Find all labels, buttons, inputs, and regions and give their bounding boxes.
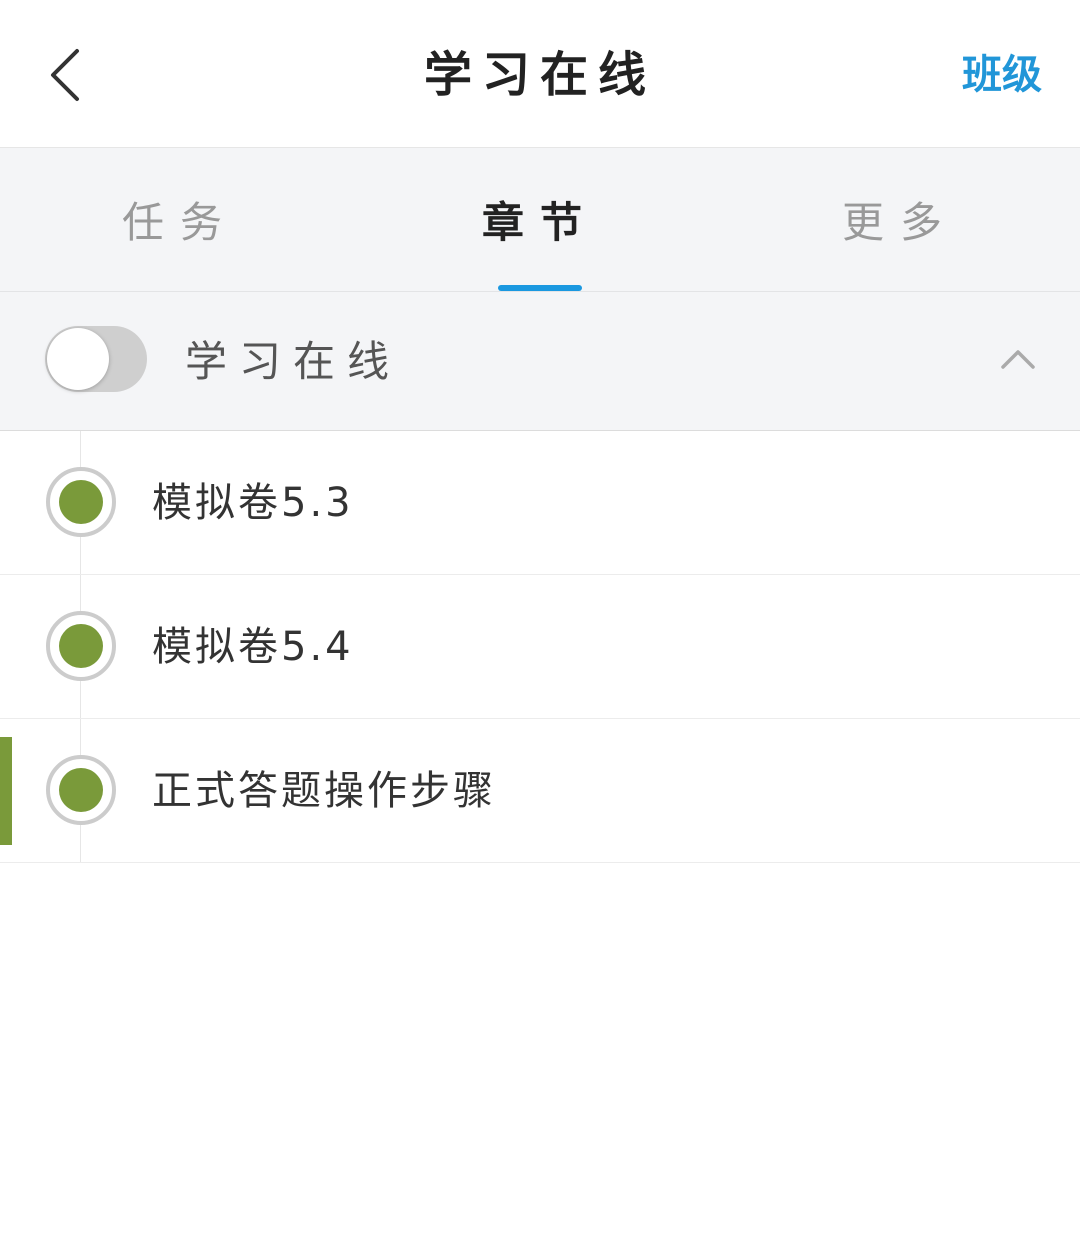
nav-bar: 学习在线 班级 — [0, 0, 1080, 148]
tab-more[interactable]: 更多 — [720, 148, 1080, 291]
tab-bar: 任务 章节 更多 — [0, 148, 1080, 292]
list-item-label: 模拟卷5.4 — [152, 624, 354, 670]
status-dot-icon — [59, 768, 103, 812]
status-marker — [46, 755, 116, 825]
tab-tasks[interactable]: 任务 — [0, 148, 360, 291]
tab-label: 任务 — [121, 198, 238, 247]
status-marker — [46, 611, 116, 681]
status-dot-icon — [59, 480, 103, 524]
page-title: 学习在线 — [423, 47, 656, 103]
chevron-up-icon — [1001, 350, 1035, 369]
list-item-current[interactable]: 正式答题操作步骤 — [0, 719, 1080, 863]
tab-label: 更多 — [841, 198, 958, 247]
class-button[interactable]: 班级 — [962, 45, 1042, 105]
tab-label: 章节 — [481, 198, 598, 247]
list-item[interactable]: 模拟卷5.4 — [0, 575, 1080, 719]
list-item[interactable]: 模拟卷5.3 — [0, 431, 1080, 575]
chapter-toggle-switch[interactable] — [45, 326, 147, 392]
chapter-title: 学习在线 — [185, 337, 402, 386]
status-marker — [46, 467, 116, 537]
list-item-label: 模拟卷5.3 — [152, 480, 354, 526]
tab-chapters[interactable]: 章节 — [360, 148, 720, 291]
toggle-knob — [47, 328, 109, 390]
chapter-list: 模拟卷5.3 模拟卷5.4 正式答题操作步骤 — [0, 431, 1080, 863]
list-item-label: 正式答题操作步骤 — [152, 768, 496, 814]
chapter-header: 学习在线 — [0, 292, 1080, 431]
collapse-button[interactable] — [996, 337, 1040, 381]
current-item-indicator — [0, 737, 12, 845]
tab-active-indicator — [498, 285, 582, 291]
status-dot-icon — [59, 624, 103, 668]
